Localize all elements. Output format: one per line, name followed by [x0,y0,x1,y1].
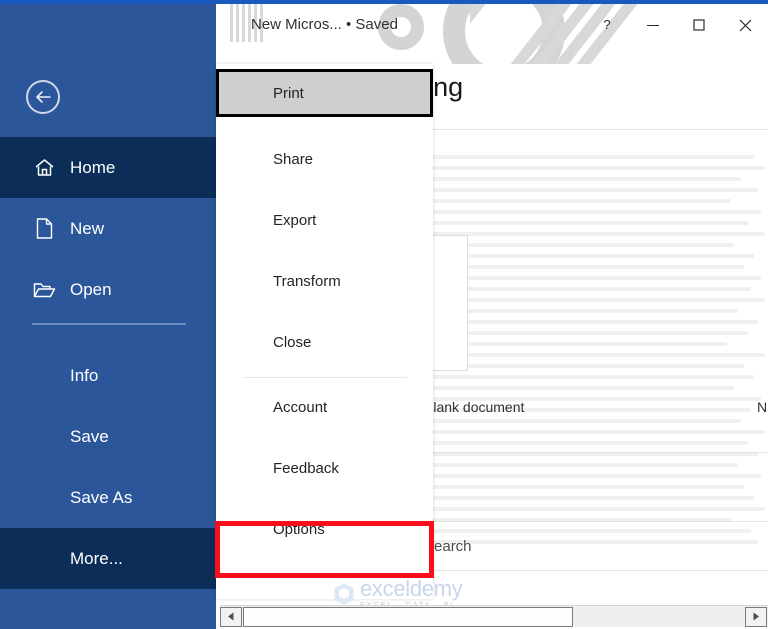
sidebar-item-new[interactable]: New [0,198,216,259]
template-thumbnail-card[interactable] [430,235,468,371]
sidebar-item-open[interactable]: Open [0,259,216,320]
maximize-icon[interactable] [676,4,722,46]
menu-item-label: Share [273,150,314,168]
page-content-placeholder [430,155,768,595]
sidebar-item-more[interactable]: More... [0,528,216,589]
sidebar-item-info[interactable]: Info [0,345,216,406]
back-button[interactable] [26,80,60,114]
sidebar-item-label: Open [70,279,112,299]
menu-item-label: Transform [273,272,341,290]
rail-item-list-secondary: Info Save Save As More... [0,345,216,589]
menu-item-label: Account [273,398,328,416]
menu-item-print[interactable]: Print [216,69,433,117]
backstage-view-window: New Micros... • Saved ? Good morning B [0,0,768,629]
menu-item-transform[interactable]: Transform [216,257,433,305]
exceldemy-logo-icon [334,582,354,605]
help-icon[interactable]: ? [584,4,630,46]
menu-item-close[interactable]: Close [216,318,433,366]
sidebar-item-label: Home [70,157,116,177]
document-title: New Micros... • Saved [251,16,398,33]
window-controls: ? [584,4,768,46]
sidebar-item-save-as[interactable]: Save As [0,467,216,528]
sidebar-item-label: Info [70,365,99,385]
menu-divider [242,377,407,378]
sidebar-item-label: Save [70,426,109,446]
scroll-left-button[interactable] [220,606,242,627]
sidebar-item-save[interactable]: Save [0,406,216,467]
watermark-name: exceldemy [360,576,463,601]
menu-item-label: Options [273,520,325,538]
second-template-label: N [757,399,768,415]
svg-text:?: ? [603,18,610,32]
sidebar-item-label: New [70,218,105,238]
sidebar-item-label: More... [70,548,123,568]
horizontal-scrollbar[interactable] [220,605,768,627]
triangle-right-icon [753,612,759,621]
section-divider-1 [430,452,768,453]
scrollbar-track[interactable] [573,607,745,627]
menu-item-label: Export [273,211,317,229]
menu-item-label: Feedback [273,459,339,477]
scrollbar-thumb[interactable] [243,606,573,627]
scroll-right-button[interactable] [745,606,767,627]
new-document-icon [31,218,57,239]
menu-item-options[interactable]: Options [216,505,433,553]
triangle-left-icon [228,612,234,621]
close-icon[interactable] [722,4,768,46]
sidebar-item-home[interactable]: Home [0,137,216,198]
backstage-command-menu: Print Share Export Transform Close Accou… [216,64,433,599]
menu-item-export[interactable]: Export [216,196,433,244]
backstage-navigation-rail: Home New Open Info Save Save As More... [0,4,216,629]
menu-item-label: Close [273,333,312,351]
rail-item-list: Home New Open [0,137,216,320]
menu-item-share[interactable]: Share [216,135,433,183]
menu-item-feedback[interactable]: Feedback [216,444,433,492]
back-arrow-icon [36,91,51,103]
open-folder-icon [31,281,57,299]
sidebar-divider [32,323,186,325]
menu-item-label: Print [273,84,304,102]
menu-item-account[interactable]: Account [216,383,433,431]
minimize-icon[interactable] [630,4,676,46]
home-icon [31,158,57,178]
sidebar-item-label: Save As [70,487,133,507]
section-divider-3 [430,570,768,571]
section-divider-2 [430,521,768,522]
blank-document-label: Blank document [424,399,525,415]
